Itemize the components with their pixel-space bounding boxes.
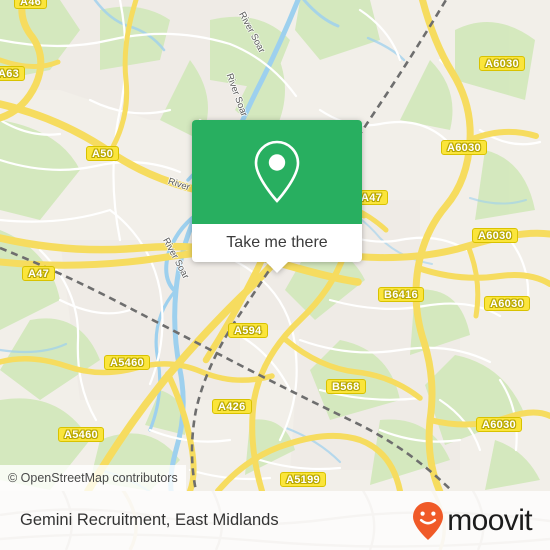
page-title: Gemini Recruitment, East Midlands (20, 511, 279, 529)
road-shield[interactable]: A6030 (472, 228, 518, 243)
road-shield[interactable]: A6030 (484, 296, 530, 311)
popup-image-area (192, 120, 362, 224)
map-canvas[interactable]: A6030 A50 A6030 A47 A6030 A47 B6416 A603… (0, 0, 550, 491)
popup-pointer (265, 261, 289, 273)
road-shield[interactable]: A6030 (479, 56, 525, 71)
road-shield[interactable]: A594 (228, 323, 268, 338)
road-shield[interactable]: A6030 (476, 417, 522, 432)
take-me-there-label: Take me there (226, 234, 328, 251)
moovit-smile-pin-icon (413, 501, 444, 540)
moovit-logo[interactable]: moovit (411, 501, 533, 541)
map-attribution[interactable]: © OpenStreetMap contributors (0, 465, 186, 491)
moovit-wordmark: moovit (447, 503, 532, 537)
road-shield[interactable]: A426 (212, 399, 252, 414)
road-shield[interactable]: A63 (0, 66, 26, 81)
road-shield[interactable]: A5199 (280, 472, 326, 487)
road-shield[interactable]: B568 (326, 379, 366, 394)
location-popup-card[interactable]: Take me there (192, 120, 362, 273)
road-shield[interactable]: A5460 (104, 355, 150, 370)
road-shield[interactable]: A46 (14, 0, 48, 9)
footer-bar: Gemini Recruitment, East Midlands moovit (0, 491, 550, 550)
road-shield[interactable]: B6416 (378, 287, 424, 302)
road-shield[interactable]: A50 (86, 146, 120, 161)
road-shield[interactable]: A47 (22, 266, 56, 281)
road-shield[interactable]: A5460 (58, 427, 104, 442)
road-shield[interactable]: A6030 (441, 140, 487, 155)
attribution-text: © OpenStreetMap contributors (8, 471, 178, 485)
map-screenshot-root: A6030 A50 A6030 A47 A6030 A47 B6416 A603… (0, 0, 550, 550)
take-me-there-button[interactable]: Take me there (192, 224, 362, 262)
location-pin-icon (254, 140, 300, 203)
